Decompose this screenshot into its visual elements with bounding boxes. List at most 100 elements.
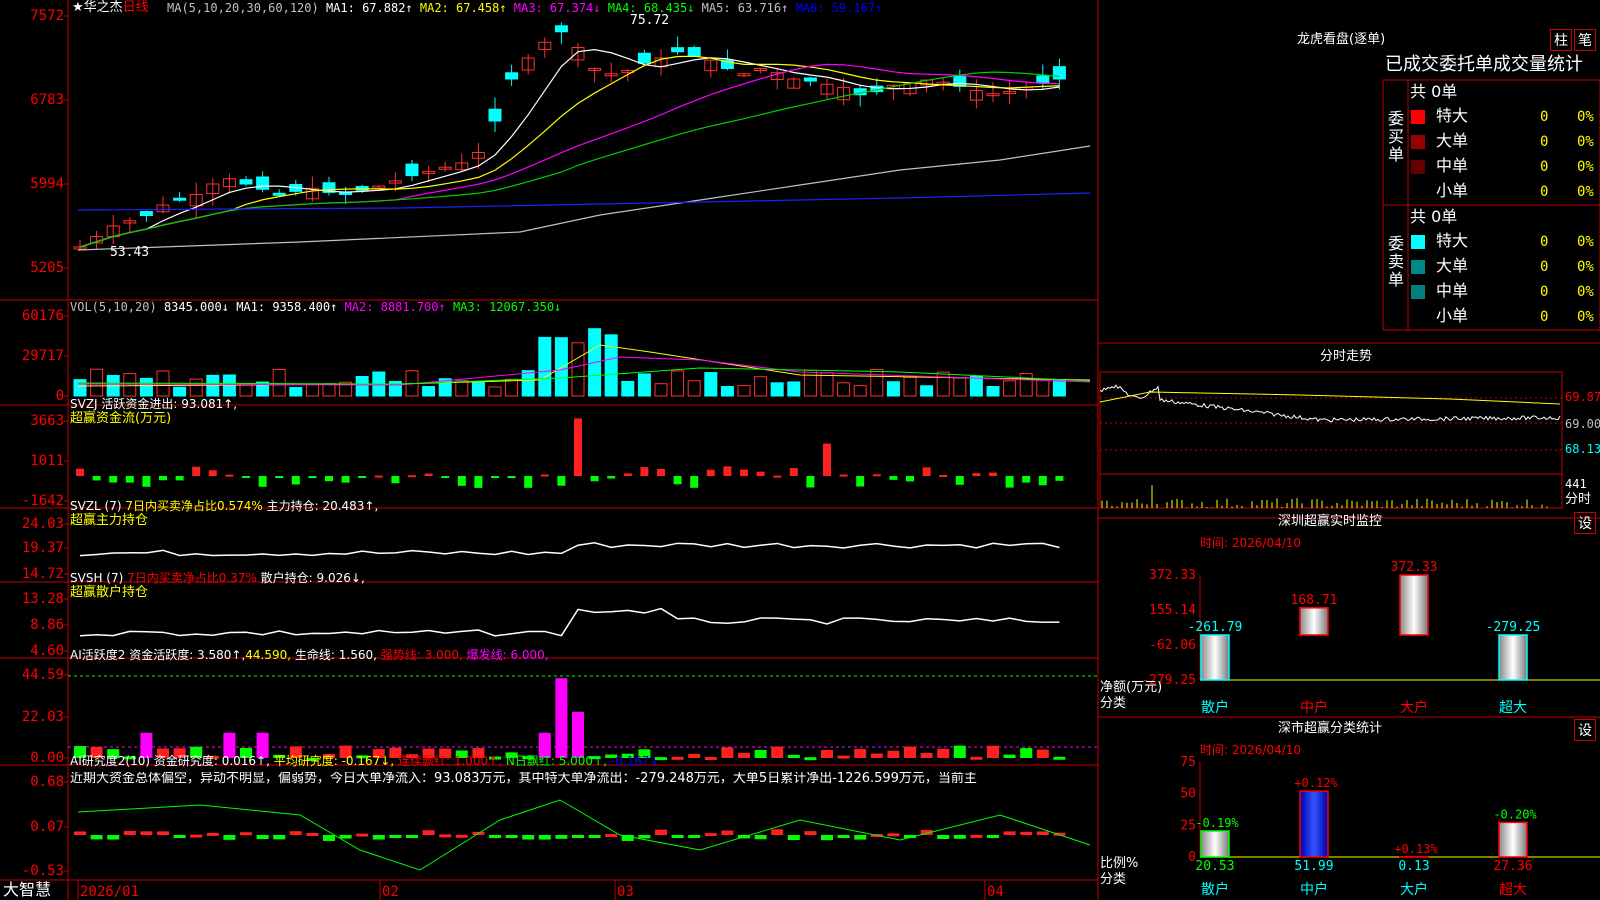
classify-change-label: -0.19% xyxy=(1195,816,1239,830)
fund-flow-bar xyxy=(773,475,782,478)
research-bar xyxy=(289,831,302,835)
research-bar xyxy=(306,832,319,836)
fund-flow-bar xyxy=(291,476,300,485)
volume-bar xyxy=(289,387,303,397)
ai2-last: -0.167↓ xyxy=(606,754,660,768)
ai2-header: AI研究度2(10) 资金研究度: 0.016↑, 平均研究度: -0.167↓… xyxy=(70,755,660,767)
monitor-bar-group: -261.79 散户 xyxy=(1188,620,1243,716)
ma-line xyxy=(79,63,1060,248)
activity-bar xyxy=(920,753,933,758)
volume-bar xyxy=(820,372,834,397)
classify-settings-button[interactable]: 设 xyxy=(1574,719,1596,741)
fund-flow-bar xyxy=(1038,476,1047,486)
volume-bar xyxy=(1003,380,1017,397)
period-label[interactable]: 日线 xyxy=(123,0,149,15)
volume-bar xyxy=(1036,378,1050,397)
pen-mode-button[interactable]: 笔 xyxy=(1574,29,1596,51)
monitor-bar xyxy=(1498,634,1528,681)
fund-flow-bar xyxy=(242,476,250,478)
fund-flow-bar xyxy=(175,476,184,481)
buy-row-pct: 0% xyxy=(1577,109,1594,125)
svzj-tick: 3663 xyxy=(30,413,64,429)
fund-flow-bar xyxy=(574,418,582,476)
fund-flow-bar xyxy=(607,476,616,479)
fund-flow-bar xyxy=(507,476,516,478)
research-bar xyxy=(90,835,103,840)
monitor-settings-button[interactable]: 设 xyxy=(1574,512,1596,534)
vol-ma-values: MA1: 9358.400↑ MA2: 8881.700↑ MA3: 12067… xyxy=(236,300,561,314)
candle-body xyxy=(1052,66,1066,80)
intraday-volume: 441 xyxy=(1565,477,1587,491)
ma-line xyxy=(79,71,1060,248)
buy-row-pct: 0% xyxy=(1577,184,1594,200)
price-tick: 7572 xyxy=(30,8,64,24)
intraday-price-low: 68.13 xyxy=(1565,442,1600,456)
sell-row-pct: 0% xyxy=(1577,309,1594,325)
vol-value: 8345.000↓ xyxy=(163,300,229,314)
volume-bar xyxy=(903,376,917,397)
volume-bar xyxy=(305,384,319,397)
ma-value-4: MA4: 68.435↓ xyxy=(600,1,695,15)
fund-flow-bar xyxy=(623,473,632,476)
date-axis-label: 2026/01 xyxy=(80,884,139,900)
classify-tick: 75 xyxy=(1180,755,1196,770)
stock-name[interactable]: 华之杰 xyxy=(84,0,123,15)
classify-value-label: 51.99 xyxy=(1294,859,1333,874)
volume-bar xyxy=(554,337,568,397)
fund-flow-bar xyxy=(341,476,350,483)
fund-flow-bar xyxy=(955,476,964,485)
fund-flow-bar xyxy=(159,476,167,481)
monitor-title: 深圳超赢实时监控 xyxy=(1278,514,1383,529)
high-price-label: 75.72 xyxy=(630,13,669,28)
research-bar xyxy=(372,835,385,840)
research-bar xyxy=(389,835,402,838)
ai1-header: AI活跃度2 资金活跃度: 3.580↑,44.590, 生命线: 1.560,… xyxy=(70,649,549,661)
classify-x-label: 分类 xyxy=(1100,872,1127,887)
ai1-strong: 强势线: 3.000, xyxy=(376,648,463,662)
activity-bar xyxy=(671,756,684,760)
fund-flow-bar xyxy=(889,476,898,480)
star-icon[interactable]: ★ xyxy=(72,0,84,15)
candle-body xyxy=(488,108,502,122)
volume-bar xyxy=(239,383,253,397)
fund-flow-bar xyxy=(640,467,649,476)
monitor-bar xyxy=(1200,634,1230,681)
main-position-line xyxy=(79,542,1060,557)
ai1-burst: 爆发线: 6.000, xyxy=(462,648,549,662)
classify-bar xyxy=(1498,821,1528,858)
buy-swatch xyxy=(1411,160,1425,174)
sell-row-name: 中单 xyxy=(1436,281,1469,300)
activity-bar xyxy=(854,749,867,758)
research-bar xyxy=(489,835,501,838)
vol-legend: VOL(5,10,20) 8345.000↓ MA1: 9358.400↑ MA… xyxy=(70,301,561,313)
research-bar xyxy=(688,835,701,838)
classify-bar-group: +0.12% 51.99 中户 xyxy=(1294,776,1338,898)
research-bar xyxy=(572,835,584,838)
fund-flow-bar xyxy=(906,476,914,482)
svzl-header: SVZL (7) 7日内买卖净占比0.574% 主力持仓: 20.483↑, xyxy=(70,500,378,512)
candle-body xyxy=(405,163,419,177)
volume-bar xyxy=(471,381,485,397)
svsh-params: SVSH (7) xyxy=(70,571,128,585)
buy-side-label: 委买单 xyxy=(1387,109,1404,164)
sell-row-count: 0 xyxy=(1540,284,1549,300)
svzl-position: 主力持仓: 20.483↑, xyxy=(262,499,379,513)
volume-bar xyxy=(803,369,817,397)
buy-row-name: 大单 xyxy=(1436,131,1469,150)
ma-value-3: MA3: 67.374↓ xyxy=(506,1,601,15)
buy-row-count: 0 xyxy=(1540,134,1549,150)
research-bar xyxy=(987,835,999,838)
classify-bar-group: +0.13% 0.13 大户 xyxy=(1394,842,1438,898)
research-bar xyxy=(854,835,867,840)
activity-bar xyxy=(704,757,717,761)
candle-body xyxy=(953,75,967,87)
intraday-price-line xyxy=(1099,384,1561,423)
svzj-header: SVZJ 活跃资金进出: 93.081↑, xyxy=(70,397,238,411)
bar-mode-button[interactable]: 柱 xyxy=(1550,29,1572,51)
candle-body xyxy=(671,47,685,53)
svzj-tick: -1642 xyxy=(22,493,64,509)
candle-body xyxy=(1036,75,1050,84)
date-axis-label: 03 xyxy=(617,884,634,900)
activity-bar xyxy=(1020,748,1033,758)
volume-bar xyxy=(704,372,718,397)
